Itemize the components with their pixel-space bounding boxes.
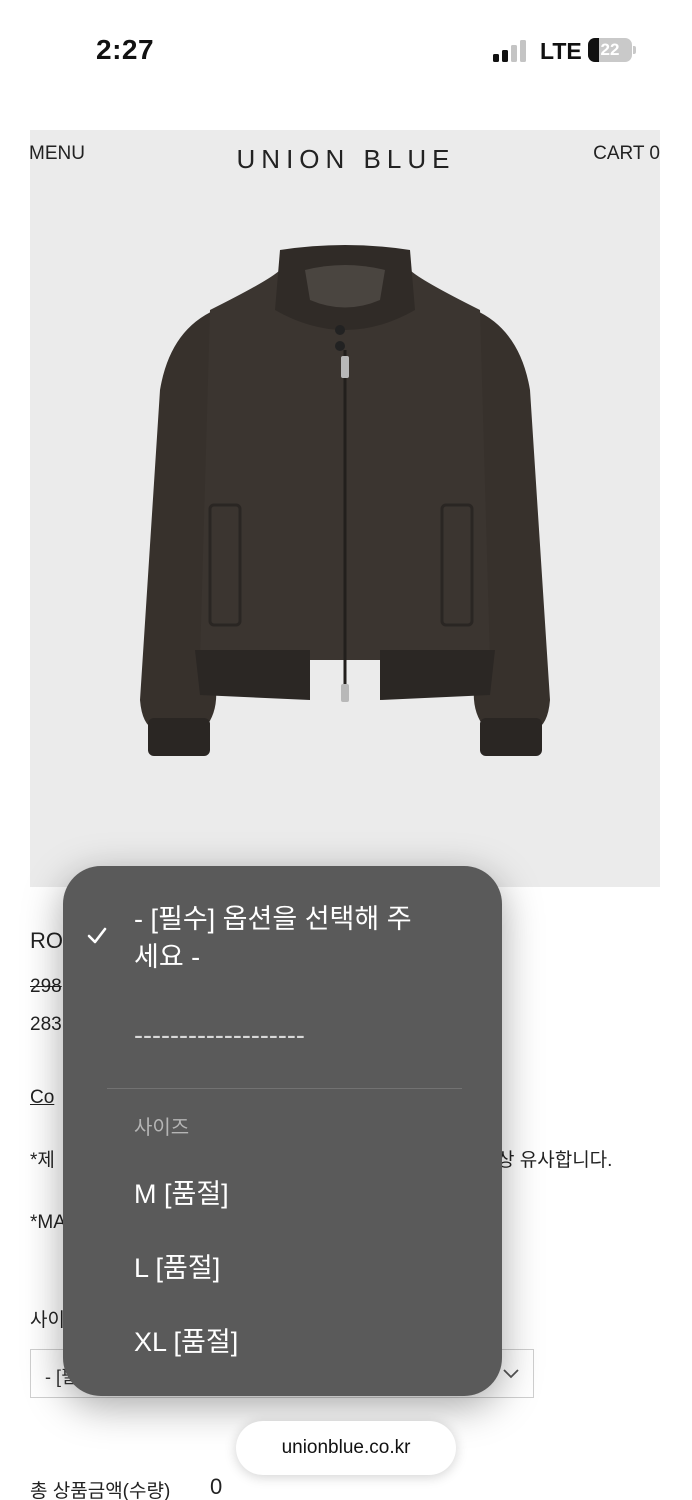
material-note: *MA bbox=[30, 1212, 66, 1233]
dropdown-option-l[interactable]: L [품절] bbox=[134, 1249, 220, 1287]
composition-link[interactable]: Co bbox=[30, 1087, 54, 1109]
network-type: LTE bbox=[540, 38, 582, 64]
total-label: 총 상품금액(수량) bbox=[30, 1481, 171, 1500]
dropdown-option-separator[interactable]: ------------------- bbox=[134, 1016, 305, 1054]
battery-icon: 22 bbox=[588, 38, 636, 62]
brand-logo[interactable]: UNION BLUE bbox=[0, 144, 692, 175]
product-name: RO bbox=[30, 928, 63, 953]
jacket-illustration bbox=[140, 245, 550, 756]
original-price: 298 bbox=[30, 976, 62, 997]
checkmark-icon bbox=[87, 927, 107, 944]
dropdown-group-label: 사이즈 bbox=[134, 1117, 190, 1139]
dropdown-divider bbox=[107, 1088, 462, 1089]
size-label: 사이 bbox=[30, 1310, 65, 1331]
cart-button[interactable]: CART 0 bbox=[593, 143, 660, 165]
signal-icon bbox=[493, 40, 529, 62]
status-time: 2:27 bbox=[96, 34, 155, 65]
battery-level: 22 bbox=[600, 40, 620, 59]
product-note-right: 상 유사합니다. bbox=[497, 1150, 613, 1171]
product-note-left: *제 bbox=[30, 1150, 55, 1171]
total-value: 0 bbox=[210, 1474, 223, 1499]
sale-price: 283 bbox=[30, 1014, 62, 1035]
browser-url-bar[interactable]: unionblue.co.kr bbox=[236, 1421, 456, 1475]
dropdown-option-xl[interactable]: XL [품절] bbox=[134, 1323, 238, 1361]
chevron-down-icon bbox=[503, 1369, 519, 1379]
page: 2:27 LTE 22 MENU UNION BLUE CART 0 RO 29… bbox=[0, 0, 692, 1500]
dropdown-option-default[interactable]: - [필수] 옵션을 선택해 주세요 - bbox=[134, 900, 424, 976]
dropdown-option-m[interactable]: M [품절] bbox=[134, 1175, 229, 1213]
